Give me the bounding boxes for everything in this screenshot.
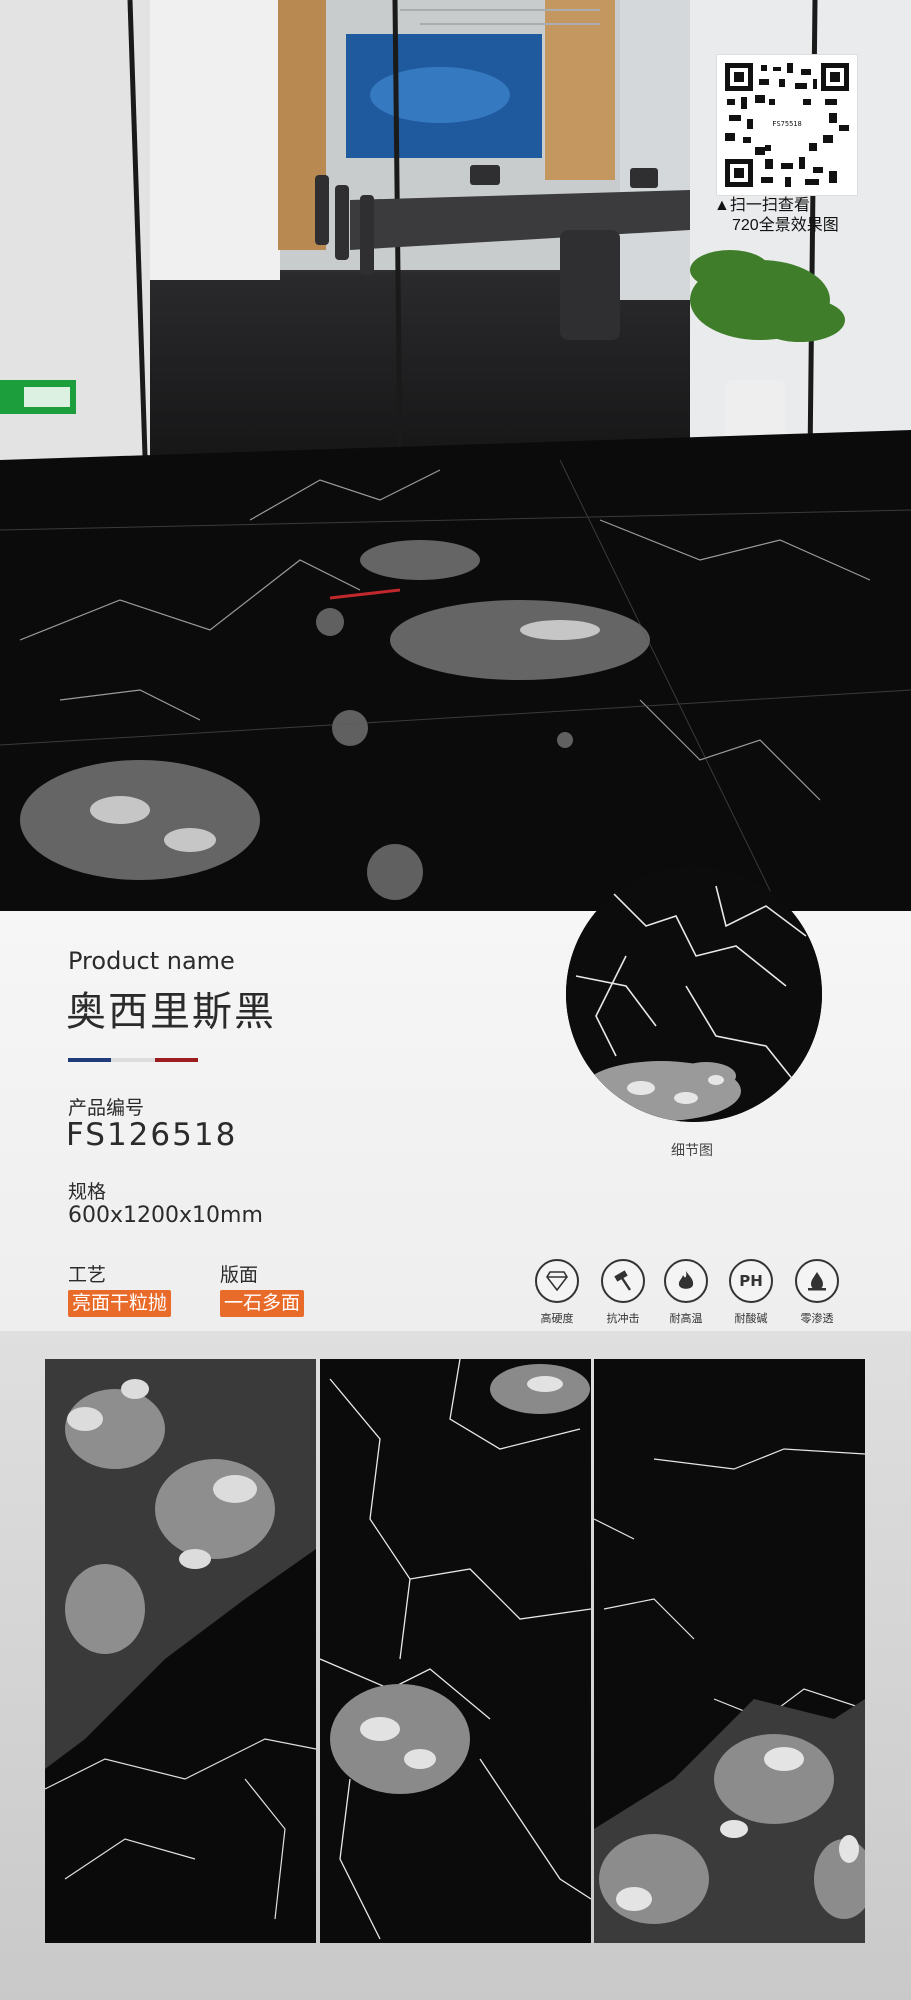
divider-segment-blue <box>68 1058 112 1062</box>
marble-texture-2 <box>320 1359 591 1943</box>
water-drop-icon <box>795 1259 839 1303</box>
product-code-label: 产品编号 <box>68 1097 145 1119</box>
hammer-icon <box>601 1259 645 1303</box>
flame-icon <box>664 1259 708 1303</box>
spec-value: 600x1200x10mm <box>68 1203 263 1228</box>
craft-tag: 亮面干粒抛 <box>68 1290 172 1317</box>
feature-label: 零渗透 <box>800 1312 834 1325</box>
marble-slab-3 <box>594 1359 865 1943</box>
divider-segment-red <box>154 1058 198 1062</box>
spec-label: 规格 <box>68 1181 107 1203</box>
marble-texture-3 <box>594 1359 865 1943</box>
marble-texture-1 <box>45 1359 316 1943</box>
sample-slabs <box>0 1331 911 2000</box>
divider-segment-white <box>111 1058 155 1062</box>
feature-waterproof: 零渗透 <box>787 1259 847 1326</box>
qr-code[interactable]: FS75518 <box>716 54 858 196</box>
feature-impact: 抗冲击 <box>593 1259 653 1326</box>
feature-acid: PH 耐酸碱 <box>721 1259 781 1326</box>
ph-icon: PH <box>729 1259 773 1303</box>
color-divider <box>68 1058 198 1062</box>
feature-label: 耐高温 <box>669 1312 703 1325</box>
detail-image <box>566 866 822 1122</box>
diamond-icon <box>535 1259 579 1303</box>
marble-slab-2 <box>320 1359 591 1943</box>
qr-caption-line-1: ▲扫一扫查看 <box>714 197 810 214</box>
product-name-label: Product name <box>68 947 235 975</box>
feature-heat: 耐高温 <box>656 1259 716 1326</box>
product-info-panel: Product name 奥西里斯黑 产品编号 FS126518 规格 600x… <box>0 866 911 1331</box>
feature-label: 抗冲击 <box>606 1312 640 1325</box>
marble-detail-texture <box>566 866 822 1122</box>
product-name: 奥西里斯黑 <box>66 989 276 1035</box>
feature-label: 高硬度 <box>540 1312 574 1325</box>
product-code: FS126518 <box>66 1117 238 1153</box>
ph-symbol: PH <box>739 1272 763 1290</box>
hero-room-photo: FS75518 ▲扫一扫查看 720全景效果图 <box>0 0 911 911</box>
surface-label: 版面 <box>220 1264 259 1286</box>
craft-label: 工艺 <box>68 1264 107 1286</box>
qr-caption: ▲扫一扫查看 720全景效果图 <box>714 196 864 236</box>
qr-caption-line-2: 720全景效果图 <box>732 217 839 234</box>
detail-caption: 细节图 <box>671 1143 713 1159</box>
qr-code-label: FS75518 <box>765 113 809 135</box>
feature-hardness: 高硬度 <box>527 1259 587 1326</box>
surface-tag: 一石多面 <box>220 1290 305 1317</box>
feature-label: 耐酸碱 <box>734 1312 768 1325</box>
marble-slab-1 <box>45 1359 316 1943</box>
